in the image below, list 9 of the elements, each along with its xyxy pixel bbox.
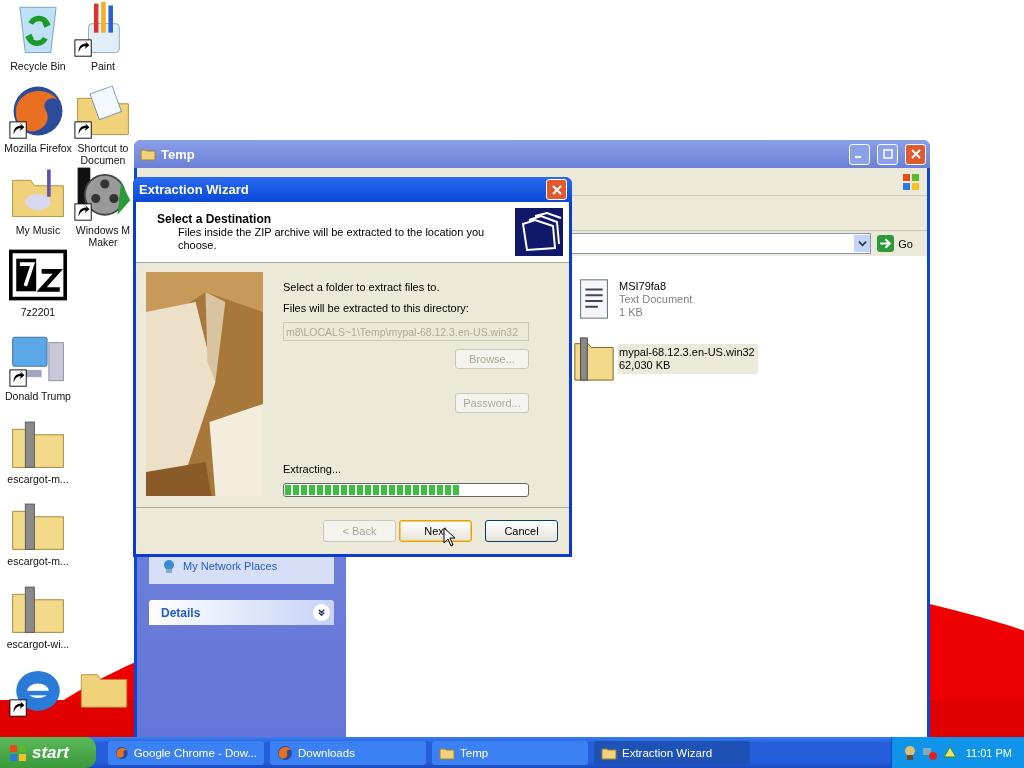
taskbar-button[interactable]: Temp <box>432 740 588 765</box>
windows-flag-icon <box>8 742 28 763</box>
clock: 11:01 PM <box>965 746 1012 759</box>
taskbar-button[interactable]: Downloads <box>270 740 426 765</box>
browser-icon <box>277 744 293 761</box>
tray-icon[interactable] <box>941 744 958 761</box>
taskbar-button[interactable]: Extraction Wizard <box>594 740 750 765</box>
taskbar-button[interactable]: Google Chrome - Dow... <box>108 740 264 765</box>
browser-icon <box>115 744 129 761</box>
